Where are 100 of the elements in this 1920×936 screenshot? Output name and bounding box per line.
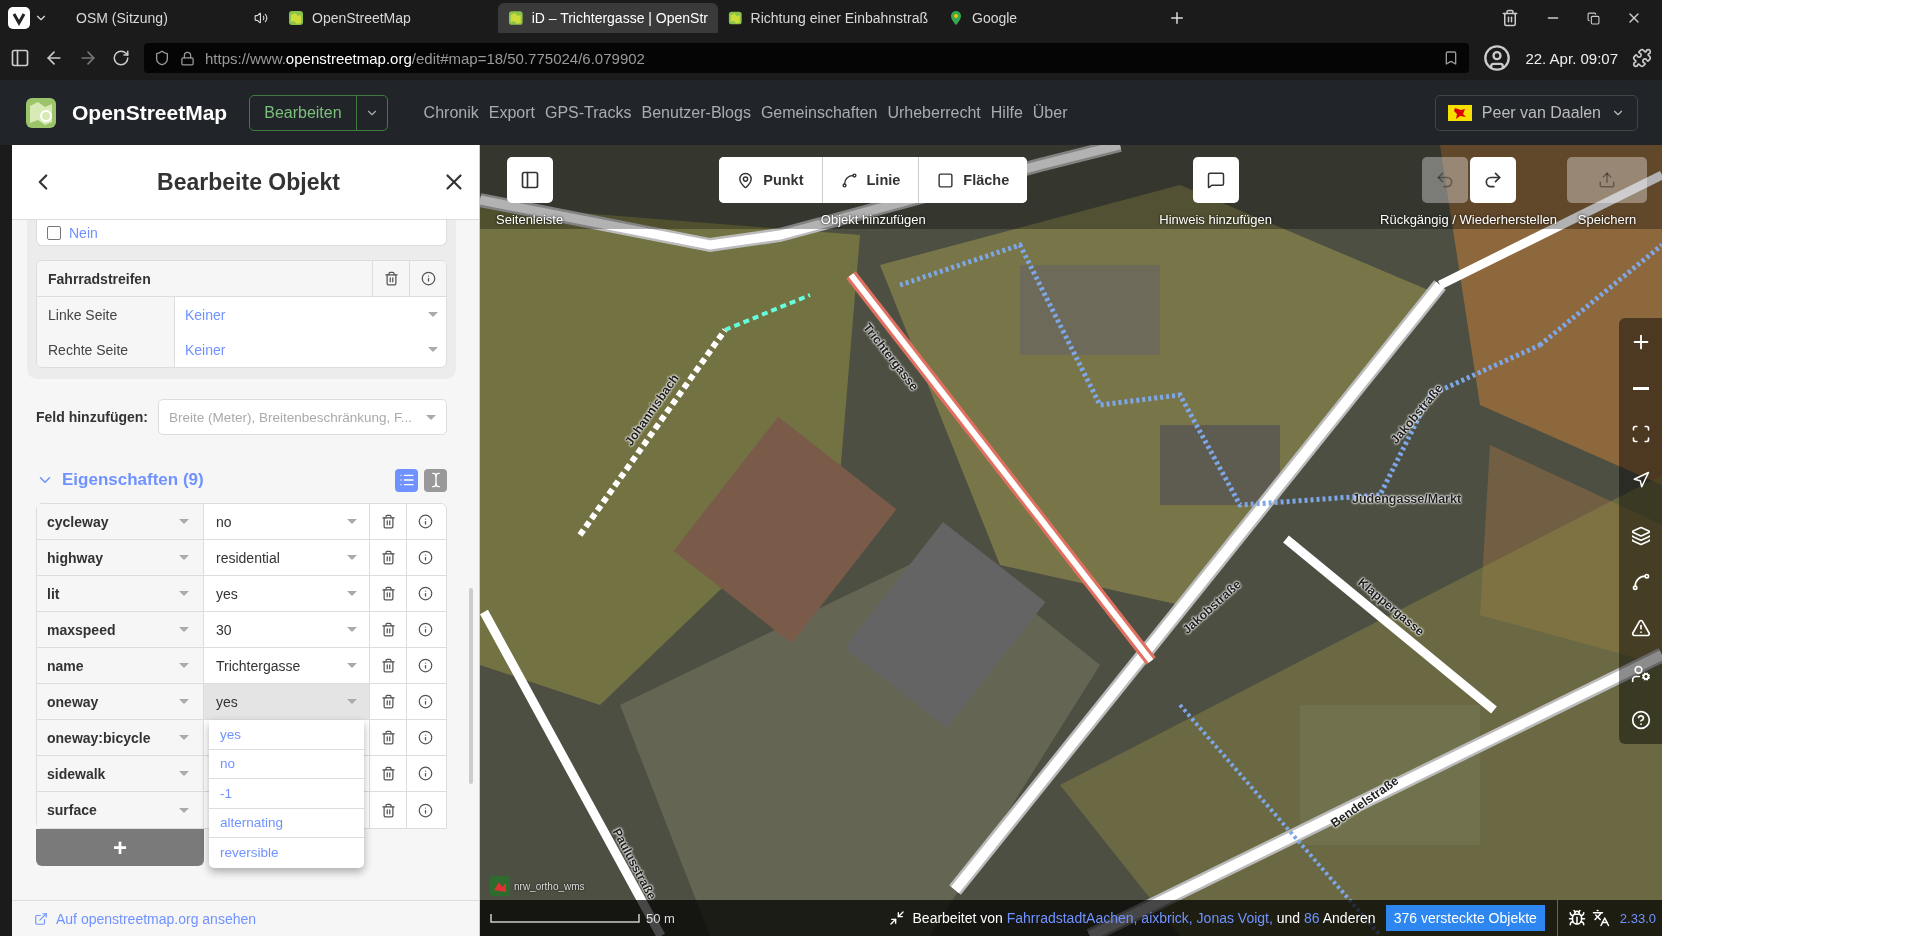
tag-key-field[interactable]: sidewalk <box>37 756 204 791</box>
scale-text: 50 m <box>646 910 675 926</box>
user-link[interactable]: Jonas Voigt, <box>1196 910 1273 926</box>
trash-icon <box>380 550 396 565</box>
nav-link[interactable]: Über <box>1032 103 1068 122</box>
site-logo-text[interactable]: OpenStreetMap <box>72 100 228 125</box>
info-icon <box>417 694 433 709</box>
version-link[interactable]: 2.33.0 <box>1619 910 1662 926</box>
checkbox[interactable] <box>47 225 61 240</box>
browser-tab[interactable]: OSM (Sitzung) <box>58 3 278 33</box>
info-button[interactable] <box>406 504 443 539</box>
add-field-label: Feld hinzufügen: <box>36 409 148 425</box>
imagery-logo-icon <box>490 876 510 896</box>
tag-key-field[interactable]: name <box>37 648 204 683</box>
trash-icon[interactable] <box>1501 9 1519 27</box>
tag-key-field[interactable]: highway <box>37 540 204 575</box>
map-favicon-icon <box>288 10 304 26</box>
help-icon <box>1630 710 1651 730</box>
toolbar-label: Objekt hinzufügen <box>820 212 926 227</box>
location-arrow-icon <box>1631 471 1650 489</box>
nav-link[interactable]: Chronik <box>423 103 479 122</box>
trash-icon <box>380 766 396 781</box>
map-logo-icon[interactable] <box>24 95 58 130</box>
tag-key-field[interactable]: cycleway <box>37 504 204 539</box>
pin-icon <box>737 171 755 189</box>
trash-icon <box>380 802 396 818</box>
field-label: Fahrradstreifen <box>47 269 152 289</box>
nav-link[interactable]: Gemeinschaften <box>760 103 878 122</box>
info-icon <box>417 766 433 781</box>
panel-icon[interactable] <box>10 48 30 68</box>
redo-button[interactable] <box>1469 157 1516 203</box>
pin-favicon-icon <box>948 10 964 26</box>
list-icon <box>398 472 415 488</box>
trash-icon <box>380 622 396 637</box>
info-icon <box>417 802 433 818</box>
user-link[interactable]: FahrradstadtAachen, <box>1006 910 1138 926</box>
info-icon <box>417 514 433 529</box>
user-link[interactable]: aixbrick, <box>1141 910 1193 926</box>
sidebar-icon <box>519 170 540 190</box>
browser-logo-icon[interactable] <box>8 7 30 29</box>
option-label: Nein <box>69 224 98 241</box>
reload-icon[interactable] <box>112 49 130 67</box>
tag-value-field[interactable]: yes <box>204 684 369 719</box>
languages-icon[interactable] <box>1591 909 1610 927</box>
trash-icon <box>380 514 396 529</box>
text-view-button[interactable] <box>424 468 447 492</box>
nav-link[interactable]: GPS-Tracks <box>545 103 632 122</box>
profile-icon[interactable] <box>1483 44 1512 72</box>
browser-tab[interactable]: OpenStreetMap <box>278 3 498 33</box>
tag-key-field[interactable]: oneway <box>37 684 204 719</box>
undo-icon <box>1434 170 1455 190</box>
hidden-objects-button[interactable]: 376 versteckte Objekte <box>1385 905 1545 931</box>
tag-key-field[interactable]: maxspeed <box>37 612 204 647</box>
bug-icon[interactable] <box>1567 909 1586 927</box>
restore-icon[interactable] <box>1587 11 1600 25</box>
user-count-link[interactable]: 86 <box>1304 910 1320 926</box>
trash-icon <box>380 586 396 601</box>
nav-link[interactable]: Hilfe <box>990 103 1023 122</box>
attribution-text: Bearbeitet von FahrradstadtAachen, aixbrick, Jonas Voigt, und 86 Anderen <box>912 910 1376 926</box>
nav-link[interactable]: Urheberrecht <box>887 103 981 122</box>
user-gear-icon <box>1630 664 1651 684</box>
sidebar-toggle-button[interactable] <box>506 157 553 203</box>
clock-text: 22. Apr. 09:07 <box>1525 49 1618 67</box>
nav-link[interactable]: Export <box>488 103 535 122</box>
toolbar-label: Rückgängig / Wiederherstellen <box>1380 212 1558 227</box>
line-icon <box>840 171 858 189</box>
extensions-icon[interactable] <box>1632 48 1652 68</box>
info-icon <box>420 271 436 286</box>
user-menu-button[interactable]: Peer van Daalen <box>1434 94 1638 131</box>
tag-key-field[interactable]: lit <box>37 576 204 611</box>
minus-icon <box>1632 386 1649 390</box>
new-tab-icon[interactable] <box>1168 9 1186 27</box>
external-link-icon <box>34 911 48 926</box>
tag-key-field[interactable]: surface <box>37 792 204 828</box>
trash-icon <box>380 694 396 709</box>
trash-icon <box>383 271 399 286</box>
tag-key-field[interactable]: oneway:bicycle <box>37 720 204 755</box>
info-icon <box>417 550 433 565</box>
line-icon <box>1630 572 1651 592</box>
add-note-button[interactable] <box>1192 157 1239 203</box>
toolbar-label: Hinweis hinzufügen <box>1159 212 1272 227</box>
info-icon <box>417 730 433 745</box>
toolbar-label: Seitenleiste <box>496 212 564 227</box>
scan-icon <box>1630 424 1651 444</box>
list-view-button[interactable] <box>395 468 418 492</box>
warning-icon <box>1630 618 1651 638</box>
shield-icon <box>154 50 170 66</box>
address-field[interactable]: https://www.openstreetmap.org/edit#map=18/50.775024/6.079902 <box>144 43 1470 73</box>
map-favicon-icon <box>728 10 743 26</box>
browser-tab[interactable]: Google <box>938 3 1158 33</box>
info-icon <box>417 658 433 673</box>
speech-bubble-icon <box>1206 171 1225 189</box>
nav-link[interactable]: Benutzer-Blogs <box>641 103 751 122</box>
browser-tab[interactable]: iD – Trichtergasse | OpenStr <box>498 3 718 33</box>
flag-icon <box>1447 104 1472 121</box>
side-label: Linke Seite <box>37 297 175 332</box>
browser-tab[interactable]: Richtung einer Einbahnstraß <box>718 3 938 33</box>
add-tag-button[interactable]: + <box>36 829 204 866</box>
add-mode-button[interactable]: Fläche <box>918 157 1028 203</box>
imagery-attribution: nrw_ortho_wms <box>514 880 585 892</box>
